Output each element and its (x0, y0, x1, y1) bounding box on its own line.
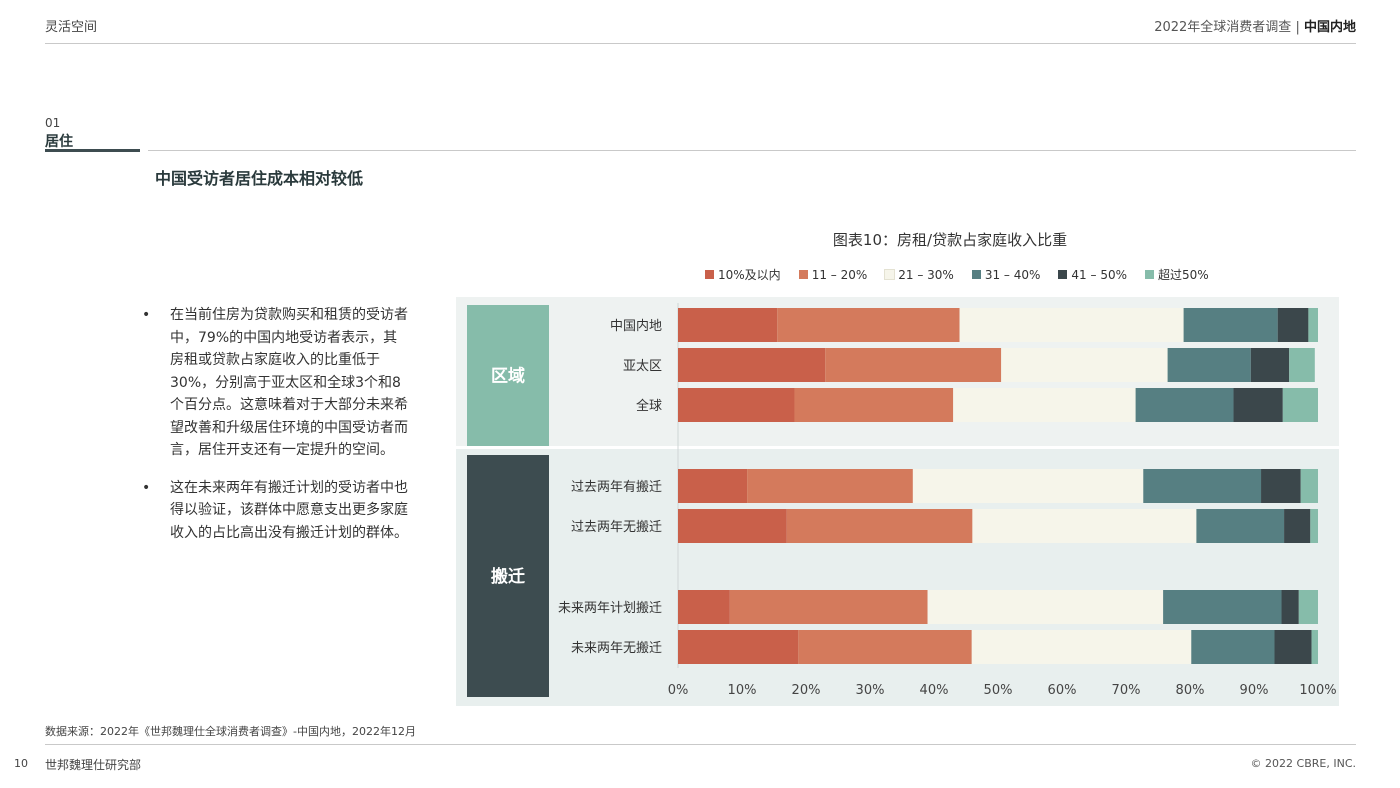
bar-segment (1196, 509, 1285, 543)
bar-segment (678, 469, 748, 503)
category-label: 过去两年无搬迁 (571, 520, 662, 535)
bar-segment (927, 590, 1164, 624)
footer-department: 世邦魏理仕研究部 (45, 758, 142, 772)
x-tick-label: 80% (1176, 683, 1205, 698)
x-tick-label: 60% (1048, 683, 1077, 698)
bar-segment (1298, 590, 1318, 624)
category-label: 全球 (636, 398, 662, 414)
bar-segment (953, 388, 1136, 422)
bar-segment (729, 590, 928, 624)
x-tick-label: 10% (728, 683, 757, 698)
bar-segment (678, 348, 826, 382)
category-label: 未来两年无搬迁 (571, 641, 662, 656)
bar-segment (678, 388, 795, 422)
bar-segment (1282, 388, 1318, 422)
bar-segment (678, 630, 799, 664)
bar-segment (825, 348, 1002, 382)
category-label: 过去两年有搬迁 (571, 480, 662, 495)
x-tick-label: 30% (856, 683, 885, 698)
bar-segment (1001, 348, 1168, 382)
x-tick-label: 100% (1299, 683, 1336, 698)
page-number: 10 (14, 757, 28, 770)
bar-segment (1281, 590, 1299, 624)
bar-segment (678, 590, 730, 624)
bar-segment (678, 308, 778, 342)
x-tick-label: 70% (1112, 683, 1141, 698)
bar-segment (1310, 509, 1318, 543)
category-label: 中国内地 (610, 318, 662, 334)
bar-segment (1274, 630, 1312, 664)
bar-segment (972, 509, 1197, 543)
bar-segment (1183, 308, 1278, 342)
bar-segment (1284, 509, 1311, 543)
category-label: 未来两年计划搬迁 (558, 601, 662, 616)
bar-segment (912, 469, 1144, 503)
bar-segment (1289, 348, 1315, 382)
bar-segment (1135, 388, 1234, 422)
group-label: 搬迁 (491, 566, 525, 587)
bar-segment (798, 630, 972, 664)
bar-segment (1250, 348, 1290, 382)
bar-segment (1143, 469, 1262, 503)
group-label: 区域 (491, 366, 525, 387)
bar-segment (959, 308, 1184, 342)
stacked-bar-chart: 区域搬迁 中国内地亚太区全球过去两年有搬迁过去两年无搬迁未来两年计划搬迁未来两年无… (456, 297, 1339, 706)
bar-segment (777, 308, 960, 342)
bar-segment (1277, 308, 1309, 342)
data-source-note: 数据来源：2022年《世邦魏理仕全球消费者调查》-中国内地，2022年12月 (45, 725, 416, 738)
bar-segment (678, 509, 787, 543)
footer-copyright: © 2022 CBRE, INC. (1250, 757, 1356, 770)
x-tick-label: 50% (984, 683, 1013, 698)
bar-segment (1261, 469, 1301, 503)
x-tick-label: 40% (920, 683, 949, 698)
bar-segment (786, 509, 973, 543)
bar-segment (794, 388, 954, 422)
bar-segment (747, 469, 913, 503)
x-tick-label: 0% (668, 683, 689, 698)
bar-segment (971, 630, 1192, 664)
bar-segment (1308, 308, 1318, 342)
bar-segment (1167, 348, 1251, 382)
bar-segment (1191, 630, 1275, 664)
bar-segment (1311, 630, 1318, 664)
x-tick-label: 20% (792, 683, 821, 698)
bar-segment (1300, 469, 1318, 503)
category-label: 亚太区 (623, 359, 662, 374)
x-tick-label: 90% (1240, 683, 1269, 698)
bar-segment (1233, 388, 1283, 422)
bar-segment (1163, 590, 1282, 624)
footer-divider (45, 744, 1356, 745)
